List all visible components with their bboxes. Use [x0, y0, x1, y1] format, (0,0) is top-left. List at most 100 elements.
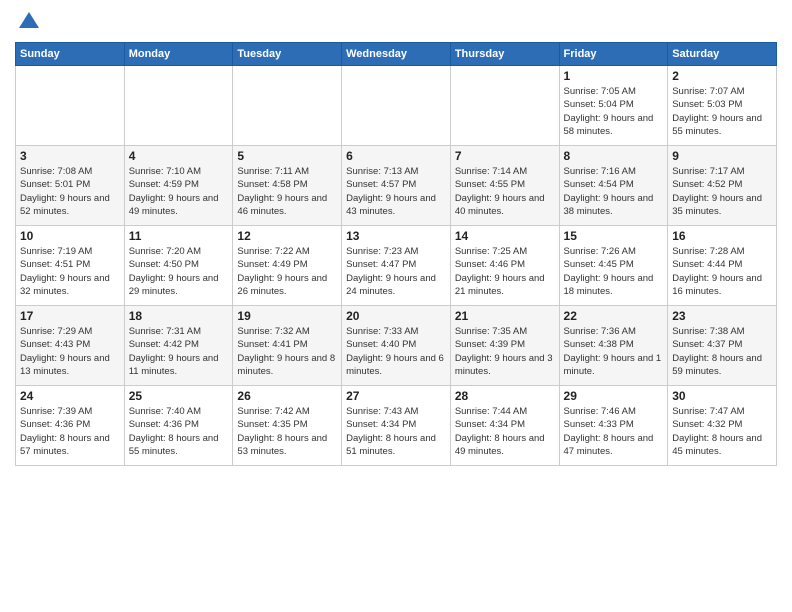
day-info: Sunrise: 7:17 AM Sunset: 4:52 PM Dayligh… — [672, 165, 772, 218]
day-number: 7 — [455, 149, 555, 163]
calendar-cell: 28Sunrise: 7:44 AM Sunset: 4:34 PM Dayli… — [450, 386, 559, 466]
logo-icon — [17, 10, 41, 34]
header — [15, 10, 777, 34]
day-info: Sunrise: 7:36 AM Sunset: 4:38 PM Dayligh… — [564, 325, 664, 378]
calendar-cell: 7Sunrise: 7:14 AM Sunset: 4:55 PM Daylig… — [450, 146, 559, 226]
calendar-cell: 15 Sunrise: 7:26 AM Sunset: 4:45 PM Dayli… — [559, 226, 668, 306]
day-info: Sunrise: 7:08 AM Sunset: 5:01 PM Dayligh… — [20, 165, 120, 218]
day-info: Sunrise: 7:07 AM Sunset: 5:03 PM Dayligh… — [672, 85, 772, 138]
day-number: 5 — [237, 149, 337, 163]
day-info: Sunrise: 7:46 AM Sunset: 4:33 PM Dayligh… — [564, 405, 664, 458]
calendar-cell: 20Sunrise: 7:33 AM Sunset: 4:40 PM Dayli… — [342, 306, 451, 386]
day-info: Sunrise: 7:32 AM Sunset: 4:41 PM Dayligh… — [237, 325, 337, 378]
calendar-cell: 4 Sunrise: 7:10 AM Sunset: 4:59 PM Daylig… — [124, 146, 233, 226]
calendar-cell: 6 Sunrise: 7:13 AM Sunset: 4:57 PM Daylig… — [342, 146, 451, 226]
day-number: 25 — [129, 389, 229, 403]
day-number: 4 — [129, 149, 229, 163]
day-number: 13 — [346, 229, 446, 243]
day-info: Sunrise: 7:19 AM Sunset: 4:51 PM Dayligh… — [20, 245, 120, 298]
page: SundayMondayTuesdayWednesdayThursdayFrid… — [0, 0, 792, 612]
day-info: Sunrise: 7:39 AM Sunset: 4:36 PM Dayligh… — [20, 405, 120, 458]
day-info: Sunrise: 7:38 AM Sunset: 4:37 PM Dayligh… — [672, 325, 772, 378]
calendar-cell — [342, 66, 451, 146]
day-info: Sunrise: 7:43 AM Sunset: 4:34 PM Dayligh… — [346, 405, 446, 458]
weekday-header-saturday: Saturday — [668, 43, 777, 66]
calendar-week-2: 3 Sunrise: 7:08 AM Sunset: 5:01 PM Daylig… — [16, 146, 777, 226]
day-number: 15 — [564, 229, 664, 243]
day-info: Sunrise: 7:25 AM Sunset: 4:46 PM Dayligh… — [455, 245, 555, 298]
day-info: Sunrise: 7:20 AM Sunset: 4:50 PM Dayligh… — [129, 245, 229, 298]
calendar-week-4: 17 Sunrise: 7:29 AM Sunset: 4:43 PM Dayli… — [16, 306, 777, 386]
day-number: 19 — [237, 309, 337, 323]
day-number: 28 — [455, 389, 555, 403]
day-info: Sunrise: 7:11 AM Sunset: 4:58 PM Dayligh… — [237, 165, 337, 218]
weekday-header-monday: Monday — [124, 43, 233, 66]
calendar-cell: 26Sunrise: 7:42 AM Sunset: 4:35 PM Dayli… — [233, 386, 342, 466]
day-number: 11 — [129, 229, 229, 243]
day-number: 3 — [20, 149, 120, 163]
day-info: Sunrise: 7:42 AM Sunset: 4:35 PM Dayligh… — [237, 405, 337, 458]
calendar-cell — [233, 66, 342, 146]
day-info: Sunrise: 7:40 AM Sunset: 4:36 PM Dayligh… — [129, 405, 229, 458]
calendar-cell: 10 Sunrise: 7:19 AM Sunset: 4:51 PM Dayli… — [16, 226, 125, 306]
day-number: 22 — [564, 309, 664, 323]
day-info: Sunrise: 7:31 AM Sunset: 4:42 PM Dayligh… — [129, 325, 229, 378]
logo — [15, 10, 41, 34]
day-info: Sunrise: 7:05 AM Sunset: 5:04 PM Dayligh… — [564, 85, 664, 138]
day-number: 1 — [564, 69, 664, 83]
calendar-header-row: SundayMondayTuesdayWednesdayThursdayFrid… — [16, 43, 777, 66]
weekday-header-wednesday: Wednesday — [342, 43, 451, 66]
day-info: Sunrise: 7:22 AM Sunset: 4:49 PM Dayligh… — [237, 245, 337, 298]
day-number: 6 — [346, 149, 446, 163]
calendar-week-5: 24 Sunrise: 7:39 AM Sunset: 4:36 PM Dayli… — [16, 386, 777, 466]
day-number: 23 — [672, 309, 772, 323]
day-info: Sunrise: 7:26 AM Sunset: 4:45 PM Dayligh… — [564, 245, 664, 298]
day-info: Sunrise: 7:28 AM Sunset: 4:44 PM Dayligh… — [672, 245, 772, 298]
calendar-cell: 18 Sunrise: 7:31 AM Sunset: 4:42 PM Dayli… — [124, 306, 233, 386]
weekday-header-friday: Friday — [559, 43, 668, 66]
day-number: 24 — [20, 389, 120, 403]
day-number: 12 — [237, 229, 337, 243]
day-info: Sunrise: 7:35 AM Sunset: 4:39 PM Dayligh… — [455, 325, 555, 378]
calendar-cell — [16, 66, 125, 146]
calendar-cell: 25 Sunrise: 7:40 AM Sunset: 4:36 PM Dayli… — [124, 386, 233, 466]
calendar-cell: 22 Sunrise: 7:36 AM Sunset: 4:38 PM Dayli… — [559, 306, 668, 386]
day-number: 30 — [672, 389, 772, 403]
calendar-cell: 19 Sunrise: 7:32 AM Sunset: 4:41 PM Dayli… — [233, 306, 342, 386]
calendar-cell: 23 Sunrise: 7:38 AM Sunset: 4:37 PM Dayli… — [668, 306, 777, 386]
calendar-cell: 29 Sunrise: 7:46 AM Sunset: 4:33 PM Dayli… — [559, 386, 668, 466]
calendar-cell: 1 Sunrise: 7:05 AM Sunset: 5:04 PM Daylig… — [559, 66, 668, 146]
day-number: 9 — [672, 149, 772, 163]
day-number: 8 — [564, 149, 664, 163]
weekday-header-thursday: Thursday — [450, 43, 559, 66]
day-number: 27 — [346, 389, 446, 403]
calendar-cell — [450, 66, 559, 146]
day-info: Sunrise: 7:10 AM Sunset: 4:59 PM Dayligh… — [129, 165, 229, 218]
calendar-cell — [124, 66, 233, 146]
day-number: 17 — [20, 309, 120, 323]
day-number: 20 — [346, 309, 446, 323]
calendar-cell: 8 Sunrise: 7:16 AM Sunset: 4:54 PM Daylig… — [559, 146, 668, 226]
calendar-cell: 13 Sunrise: 7:23 AM Sunset: 4:47 PM Dayli… — [342, 226, 451, 306]
calendar-cell: 30Sunrise: 7:47 AM Sunset: 4:32 PM Dayli… — [668, 386, 777, 466]
calendar: SundayMondayTuesdayWednesdayThursdayFrid… — [15, 42, 777, 466]
day-number: 2 — [672, 69, 772, 83]
calendar-cell: 5 Sunrise: 7:11 AM Sunset: 4:58 PM Daylig… — [233, 146, 342, 226]
calendar-cell: 3 Sunrise: 7:08 AM Sunset: 5:01 PM Daylig… — [16, 146, 125, 226]
day-number: 16 — [672, 229, 772, 243]
calendar-cell: 9 Sunrise: 7:17 AM Sunset: 4:52 PM Daylig… — [668, 146, 777, 226]
calendar-cell: 11 Sunrise: 7:20 AM Sunset: 4:50 PM Dayli… — [124, 226, 233, 306]
day-info: Sunrise: 7:13 AM Sunset: 4:57 PM Dayligh… — [346, 165, 446, 218]
day-info: Sunrise: 7:16 AM Sunset: 4:54 PM Dayligh… — [564, 165, 664, 218]
calendar-week-1: 1 Sunrise: 7:05 AM Sunset: 5:04 PM Daylig… — [16, 66, 777, 146]
day-info: Sunrise: 7:29 AM Sunset: 4:43 PM Dayligh… — [20, 325, 120, 378]
day-number: 10 — [20, 229, 120, 243]
day-number: 14 — [455, 229, 555, 243]
calendar-cell: 24 Sunrise: 7:39 AM Sunset: 4:36 PM Dayli… — [16, 386, 125, 466]
day-number: 21 — [455, 309, 555, 323]
day-number: 29 — [564, 389, 664, 403]
day-info: Sunrise: 7:23 AM Sunset: 4:47 PM Dayligh… — [346, 245, 446, 298]
calendar-cell: 2 Sunrise: 7:07 AM Sunset: 5:03 PM Daylig… — [668, 66, 777, 146]
day-number: 18 — [129, 309, 229, 323]
calendar-cell: 27 Sunrise: 7:43 AM Sunset: 4:34 PM Dayli… — [342, 386, 451, 466]
